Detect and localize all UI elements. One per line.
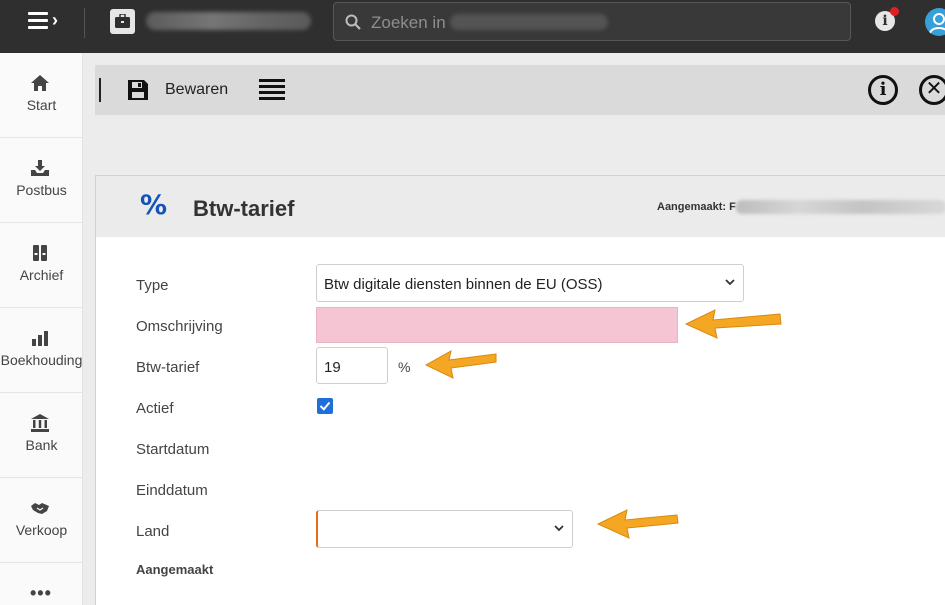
sidebar: Start Postbus Archief Boekhouding Bank V… (0, 53, 83, 605)
checkmark-icon (319, 401, 331, 411)
percent-unit: % (398, 359, 411, 375)
chevron-down-icon (554, 525, 564, 532)
created-by-redacted (736, 200, 945, 214)
aangemaakt-label: Aangemaakt (136, 562, 214, 577)
toolbar-divider (99, 78, 101, 102)
search-icon (345, 14, 361, 30)
list-menu-line (259, 85, 285, 88)
main-menu-button[interactable]: › (28, 10, 70, 31)
menu-bar-line (28, 12, 48, 15)
sidebar-item-label: Boekhouding (0, 352, 83, 368)
sidebar-item-label: Archief (19, 267, 64, 283)
panel-header: % Btw-tarief Aangemaakt: F (96, 176, 945, 237)
notification-badge (890, 7, 899, 16)
search-placeholder: Zoeken in (371, 13, 446, 32)
sidebar-item-label: Start (26, 97, 57, 113)
save-button-label: Bewaren (165, 81, 229, 98)
topbar-divider (84, 8, 85, 38)
menu-bar-line (28, 26, 48, 29)
list-menu-line (259, 97, 285, 100)
annotation-arrow-icon (684, 309, 782, 339)
handshake-icon (31, 503, 49, 514)
chevron-down-icon (725, 279, 735, 286)
search-scope-redacted (450, 14, 608, 30)
einddatum-label: Einddatum (136, 482, 208, 499)
search-input[interactable]: Zoeken in (333, 2, 851, 41)
sidebar-item-verkoop[interactable]: Verkoop (0, 478, 83, 563)
startdatum-label: Startdatum (136, 441, 210, 458)
content-panel: % Btw-tarief Aangemaakt: F Type Btw digi… (95, 175, 945, 605)
inbox-icon (31, 160, 49, 176)
user-avatar[interactable] (925, 8, 945, 36)
land-label: Land (136, 523, 170, 540)
bar-chart-icon (32, 331, 48, 346)
sidebar-item-label: Postbus (16, 182, 67, 198)
home-icon (31, 75, 49, 91)
sidebar-item-bank[interactable]: Bank (0, 393, 83, 478)
list-menu-line (259, 91, 285, 94)
bank-icon (31, 414, 49, 432)
sidebar-item-boekhouding[interactable]: Boekhouding (0, 308, 83, 393)
sidebar-item-label: Bank (25, 437, 58, 453)
percent-icon: % (140, 190, 168, 221)
close-button[interactable]: ✕ (919, 75, 945, 105)
archive-icon (33, 245, 47, 261)
type-select-value: Btw digitale diensten binnen de EU (OSS) (324, 276, 603, 293)
menu-bar-line (28, 19, 48, 22)
chevron-right-icon: › (52, 10, 58, 30)
actief-label: Actief (136, 400, 174, 417)
list-menu-line (259, 79, 285, 82)
toolbar: Bewaren i ✕ (95, 65, 945, 115)
actief-checkbox[interactable] (317, 398, 333, 414)
annotation-arrow-icon (596, 509, 679, 539)
company-name-redacted[interactable] (146, 12, 311, 30)
floppy-disk-icon (128, 80, 148, 100)
type-select[interactable]: Btw digitale diensten binnen de EU (OSS) (316, 264, 744, 302)
list-menu-button[interactable] (259, 79, 285, 101)
annotation-arrow-icon (424, 350, 497, 379)
land-select[interactable] (316, 510, 573, 548)
type-label: Type (136, 277, 169, 294)
sidebar-item-start[interactable]: Start (0, 53, 83, 138)
sidebar-item-postbus[interactable]: Postbus (0, 138, 83, 223)
top-bar: › Zoeken in i (0, 0, 945, 53)
created-by-label: Aangemaakt: F (657, 201, 736, 213)
page-title: Btw-tarief (193, 196, 295, 221)
btw-tarief-input[interactable]: 19 (316, 347, 388, 384)
sidebar-item-label: Verkoop (15, 522, 68, 538)
btw-tarief-label: Btw-tarief (136, 359, 200, 376)
sidebar-more-button[interactable]: ••• (30, 583, 52, 604)
info-button[interactable]: i (868, 75, 898, 105)
briefcase-icon[interactable] (110, 9, 135, 34)
omschrijving-field[interactable] (316, 307, 678, 343)
omschrijving-label: Omschrijving (136, 318, 223, 335)
sidebar-item-archief[interactable]: Archief (0, 223, 83, 308)
